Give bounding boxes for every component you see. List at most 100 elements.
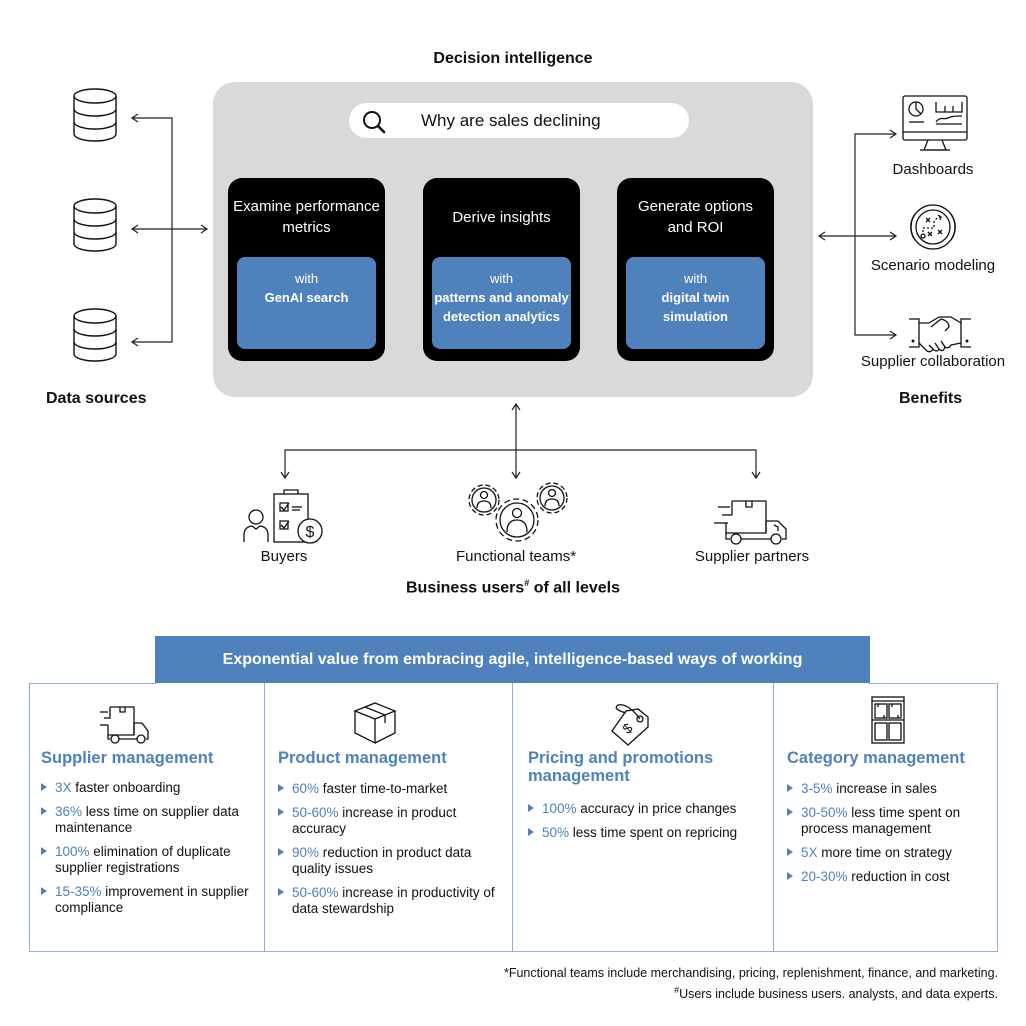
benefit-label: Scenario modeling [870, 257, 996, 274]
step-title: Examine performance metrics [233, 198, 380, 236]
metric-text: more time on strategy [817, 845, 952, 860]
metric-text: less time spent on repricing [569, 825, 738, 840]
bullet-icon [41, 783, 47, 791]
business-users-label-rest: of all levels [529, 579, 620, 597]
step-card-examine: Examine performance metrics with GenAI s… [228, 178, 385, 361]
database-icon [73, 88, 117, 142]
value-metric-item: 3X faster onboarding [41, 780, 256, 796]
data-source-arrowhead-bottom [130, 337, 139, 347]
metric-value: 36% [55, 804, 83, 819]
buyer-checklist-dollar-icon: $ [243, 489, 323, 544]
step-with-label: with [683, 271, 708, 286]
bullet-icon [278, 888, 284, 896]
value-metric-item: 30-50% less time spent on process manage… [787, 805, 992, 837]
value-metric-item: 5X more time on strategy [787, 845, 992, 861]
value-column-category: Category management 3-5% increase in sal… [774, 683, 996, 951]
scenario-playbook-icon [910, 204, 956, 250]
metric-value: 90% [292, 845, 320, 860]
benefits-arrowhead-mid-left [817, 231, 826, 241]
data-source-arrowhead-top [130, 113, 139, 123]
value-metrics-list: 3-5% increase in sales 30-50% less time … [787, 781, 992, 893]
step-technology: GenAI search [264, 290, 349, 305]
business-user-label: Supplier partners [694, 548, 810, 565]
step-technology: patterns and anomaly detection analytics [434, 290, 569, 324]
metric-text: faster time-to-market [319, 781, 448, 796]
users-arrowhead-right [751, 471, 761, 480]
value-metric-item: 60% faster time-to-market [278, 781, 506, 797]
footnote-functional-teams: *Functional teams include merchandising,… [503, 966, 998, 980]
bullet-icon [787, 848, 793, 856]
data-source-arrowhead-mid-left [130, 224, 139, 234]
business-user-label: Functional teams* [455, 548, 577, 565]
step-card-derive: Derive insights with patterns and anomal… [423, 178, 580, 361]
value-column-title: Pricing and promotions management [528, 749, 714, 785]
data-source-arrowhead-mid-right [200, 224, 209, 234]
search-query: Why are sales declining [421, 111, 601, 130]
business-users-label-main: Business users [405, 579, 525, 597]
bullet-icon [787, 872, 793, 880]
value-column-supplier: Supplier management 3X faster onboarding… [30, 683, 265, 951]
bullet-icon [41, 847, 47, 855]
value-metrics-list: 3X faster onboarding 36% less time on su… [41, 780, 256, 924]
database-icon [73, 308, 117, 362]
decision-intelligence-title: Decision intelligence [433, 50, 593, 67]
step-with-label: with [489, 271, 514, 286]
value-column-product: Product management 60% faster time-to-ma… [265, 683, 513, 951]
metric-value: 20-30% [801, 869, 848, 884]
step-technology-box: with patterns and anomaly detection anal… [432, 257, 571, 349]
metric-text: accuracy in price changes [576, 801, 737, 816]
bullet-icon [528, 828, 534, 836]
bullet-icon [278, 848, 284, 856]
value-column-title: Product management [278, 749, 447, 767]
step-technology-box: with digital twin simulation [626, 257, 765, 349]
value-metric-item: 3-5% increase in sales [787, 781, 992, 797]
value-banner: Exponential value from embracing agile, … [155, 636, 870, 683]
bullet-icon [41, 807, 47, 815]
bullet-icon [278, 784, 284, 792]
bullet-icon [41, 887, 47, 895]
step-technology: digital twin simulation [661, 290, 730, 324]
metric-value: 30-50% [801, 805, 848, 820]
step-title: Generate options and ROI [637, 198, 754, 236]
value-metrics-list: 60% faster time-to-market 50-60% increas… [278, 781, 506, 925]
team-gears-icon [468, 482, 568, 542]
value-grid: Supplier management 3X faster onboarding… [29, 683, 998, 952]
benefits-arrowhead-bottom [889, 330, 898, 340]
users-arrowhead-left [280, 471, 290, 480]
metric-text: reduction in cost [847, 869, 950, 884]
bullet-icon [787, 808, 793, 816]
metric-value: 5X [801, 845, 818, 860]
value-metric-item: 50% less time spent on repricing [528, 825, 768, 841]
metric-text: faster onboarding [71, 780, 181, 795]
benefit-label: Supplier collaboration [860, 353, 1006, 370]
database-icon [73, 198, 117, 252]
value-column-title: Supplier management [41, 749, 214, 767]
bullet-icon [787, 784, 793, 792]
step-technology-box: with GenAI search [237, 257, 376, 349]
metric-value: 15-35% [55, 884, 102, 899]
step-title: Derive insights [452, 208, 551, 226]
metric-value: 3-5% [801, 781, 833, 796]
metric-value: 50-60% [292, 885, 339, 900]
step-with-label: with [294, 271, 319, 286]
delivery-truck-icon [100, 706, 149, 744]
metric-value: 50-60% [292, 805, 339, 820]
metric-text: increase in sales [832, 781, 937, 796]
benefits-arrowhead-top [889, 129, 898, 139]
benefit-label: Dashboards [892, 161, 974, 178]
value-column-title: Category management [787, 749, 965, 767]
bullet-icon [278, 808, 284, 816]
metric-text: less time on supplier data maintenance [55, 804, 239, 835]
data-sources-label: Data sources [46, 390, 147, 407]
value-metrics-list: 100% accuracy in price changes 50% less … [528, 801, 768, 849]
users-connector [284, 449, 757, 478]
svg-text:$: $ [306, 524, 315, 541]
search-bar[interactable]: Why are sales declining [349, 103, 689, 138]
footnote-users: #Users include business users. analysts,… [674, 985, 998, 1001]
metric-text: reduction in product data quality issues [292, 845, 472, 876]
value-metric-item: 36% less time on supplier data maintenan… [41, 804, 256, 836]
box-icon [353, 702, 397, 745]
metric-value: 3X [55, 780, 72, 795]
users-arrowhead-up [511, 402, 521, 411]
business-users-label: Business users# of all levels [363, 578, 663, 597]
